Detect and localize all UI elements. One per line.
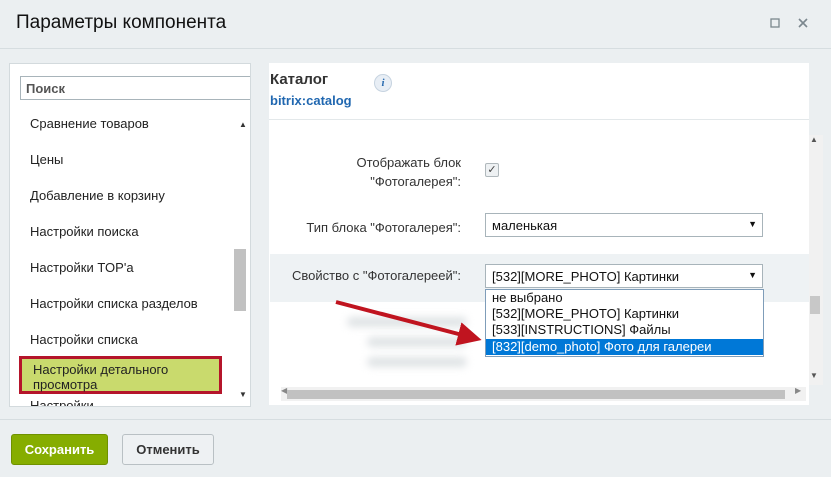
component-title: Каталог bbox=[270, 71, 329, 88]
sidebar-item-compare[interactable]: Сравнение товаров bbox=[30, 116, 230, 131]
dropdown-option[interactable]: не выбрано bbox=[486, 290, 763, 306]
save-button[interactable]: Сохранить bbox=[11, 434, 108, 465]
scroll-right-arrow-icon[interactable]: ▶ bbox=[795, 386, 801, 395]
chevron-down-icon: ▼ bbox=[748, 270, 757, 280]
scroll-up-arrow-icon[interactable]: ▲ bbox=[237, 120, 249, 129]
close-icon[interactable] bbox=[794, 14, 812, 32]
sidebar-item-section-list[interactable]: Настройки списка разделов bbox=[30, 296, 230, 311]
sidebar-item-more[interactable]: Настройки bbox=[30, 398, 230, 406]
sidebar-item-top-settings[interactable]: Настройки TOP'а bbox=[30, 260, 230, 275]
dropdown-option-selected[interactable]: [832][demo_photo] Фото для галереи bbox=[486, 339, 763, 355]
sidebar-item-search-settings[interactable]: Настройки поиска bbox=[30, 224, 230, 239]
gallery-type-value: маленькая bbox=[492, 218, 558, 233]
show-gallery-label: Отображать блок "Фотогалерея": bbox=[356, 155, 461, 189]
sidebar-scrollbar-thumb[interactable] bbox=[234, 249, 246, 311]
sidebar-item-prices[interactable]: Цены bbox=[30, 152, 230, 167]
component-code: bitrix:catalog bbox=[270, 93, 352, 108]
info-icon[interactable]: i bbox=[374, 74, 392, 92]
scroll-down-arrow-icon[interactable]: ▼ bbox=[810, 371, 818, 380]
panel-vertical-scrollbar[interactable] bbox=[809, 135, 823, 385]
search-input[interactable] bbox=[20, 76, 250, 100]
sidebar-item-add-to-cart[interactable]: Добавление в корзину bbox=[30, 188, 230, 203]
dialog-header: Параметры компонента bbox=[0, 0, 831, 49]
cancel-button[interactable]: Отменить bbox=[122, 434, 214, 465]
gallery-prop-label: Свойство с "Фотогалереей": bbox=[292, 268, 461, 283]
sidebar-item-list-settings[interactable]: Настройки списка bbox=[30, 332, 230, 347]
dropdown-option[interactable]: [532][MORE_PHOTO] Картинки bbox=[486, 306, 763, 322]
sidebar-item-detail-view[interactable]: Настройки детального просмотра bbox=[19, 356, 222, 394]
blurred-content bbox=[367, 357, 467, 367]
gallery-type-select[interactable]: маленькая ▼ bbox=[485, 213, 763, 237]
chevron-down-icon: ▼ bbox=[748, 219, 757, 229]
sidebar: Сравнение товаров Цены Добавление в корз… bbox=[9, 63, 251, 407]
restore-icon[interactable] bbox=[766, 14, 784, 32]
divider bbox=[269, 119, 809, 120]
scroll-up-arrow-icon[interactable]: ▲ bbox=[810, 135, 818, 144]
show-gallery-checkbox[interactable]: ✓ bbox=[485, 163, 499, 177]
blurred-content bbox=[347, 317, 467, 327]
gallery-prop-dropdown: не выбрано [532][MORE_PHOTO] Картинки [5… bbox=[485, 289, 764, 357]
gallery-prop-value: [532][MORE_PHOTO] Картинки bbox=[492, 269, 680, 284]
blurred-content bbox=[367, 337, 467, 347]
dialog-footer: Сохранить Отменить bbox=[0, 419, 831, 477]
panel-horizontal-scrollbar-thumb[interactable] bbox=[287, 390, 785, 399]
gallery-type-label: Тип блока "Фотогалерея": bbox=[306, 220, 461, 235]
dialog-title: Параметры компонента bbox=[16, 12, 227, 33]
scroll-down-arrow-icon[interactable]: ▼ bbox=[237, 390, 249, 399]
dropdown-option[interactable]: [533][INSTRUCTIONS] Файлы bbox=[486, 322, 763, 338]
dialog-body: Сравнение товаров Цены Добавление в корз… bbox=[0, 49, 831, 419]
settings-panel: Каталог i bitrix:catalog Отображать блок… bbox=[269, 63, 823, 405]
panel-vertical-scrollbar-thumb[interactable] bbox=[810, 296, 820, 314]
gallery-prop-select[interactable]: [532][MORE_PHOTO] Картинки ▼ bbox=[485, 264, 763, 288]
